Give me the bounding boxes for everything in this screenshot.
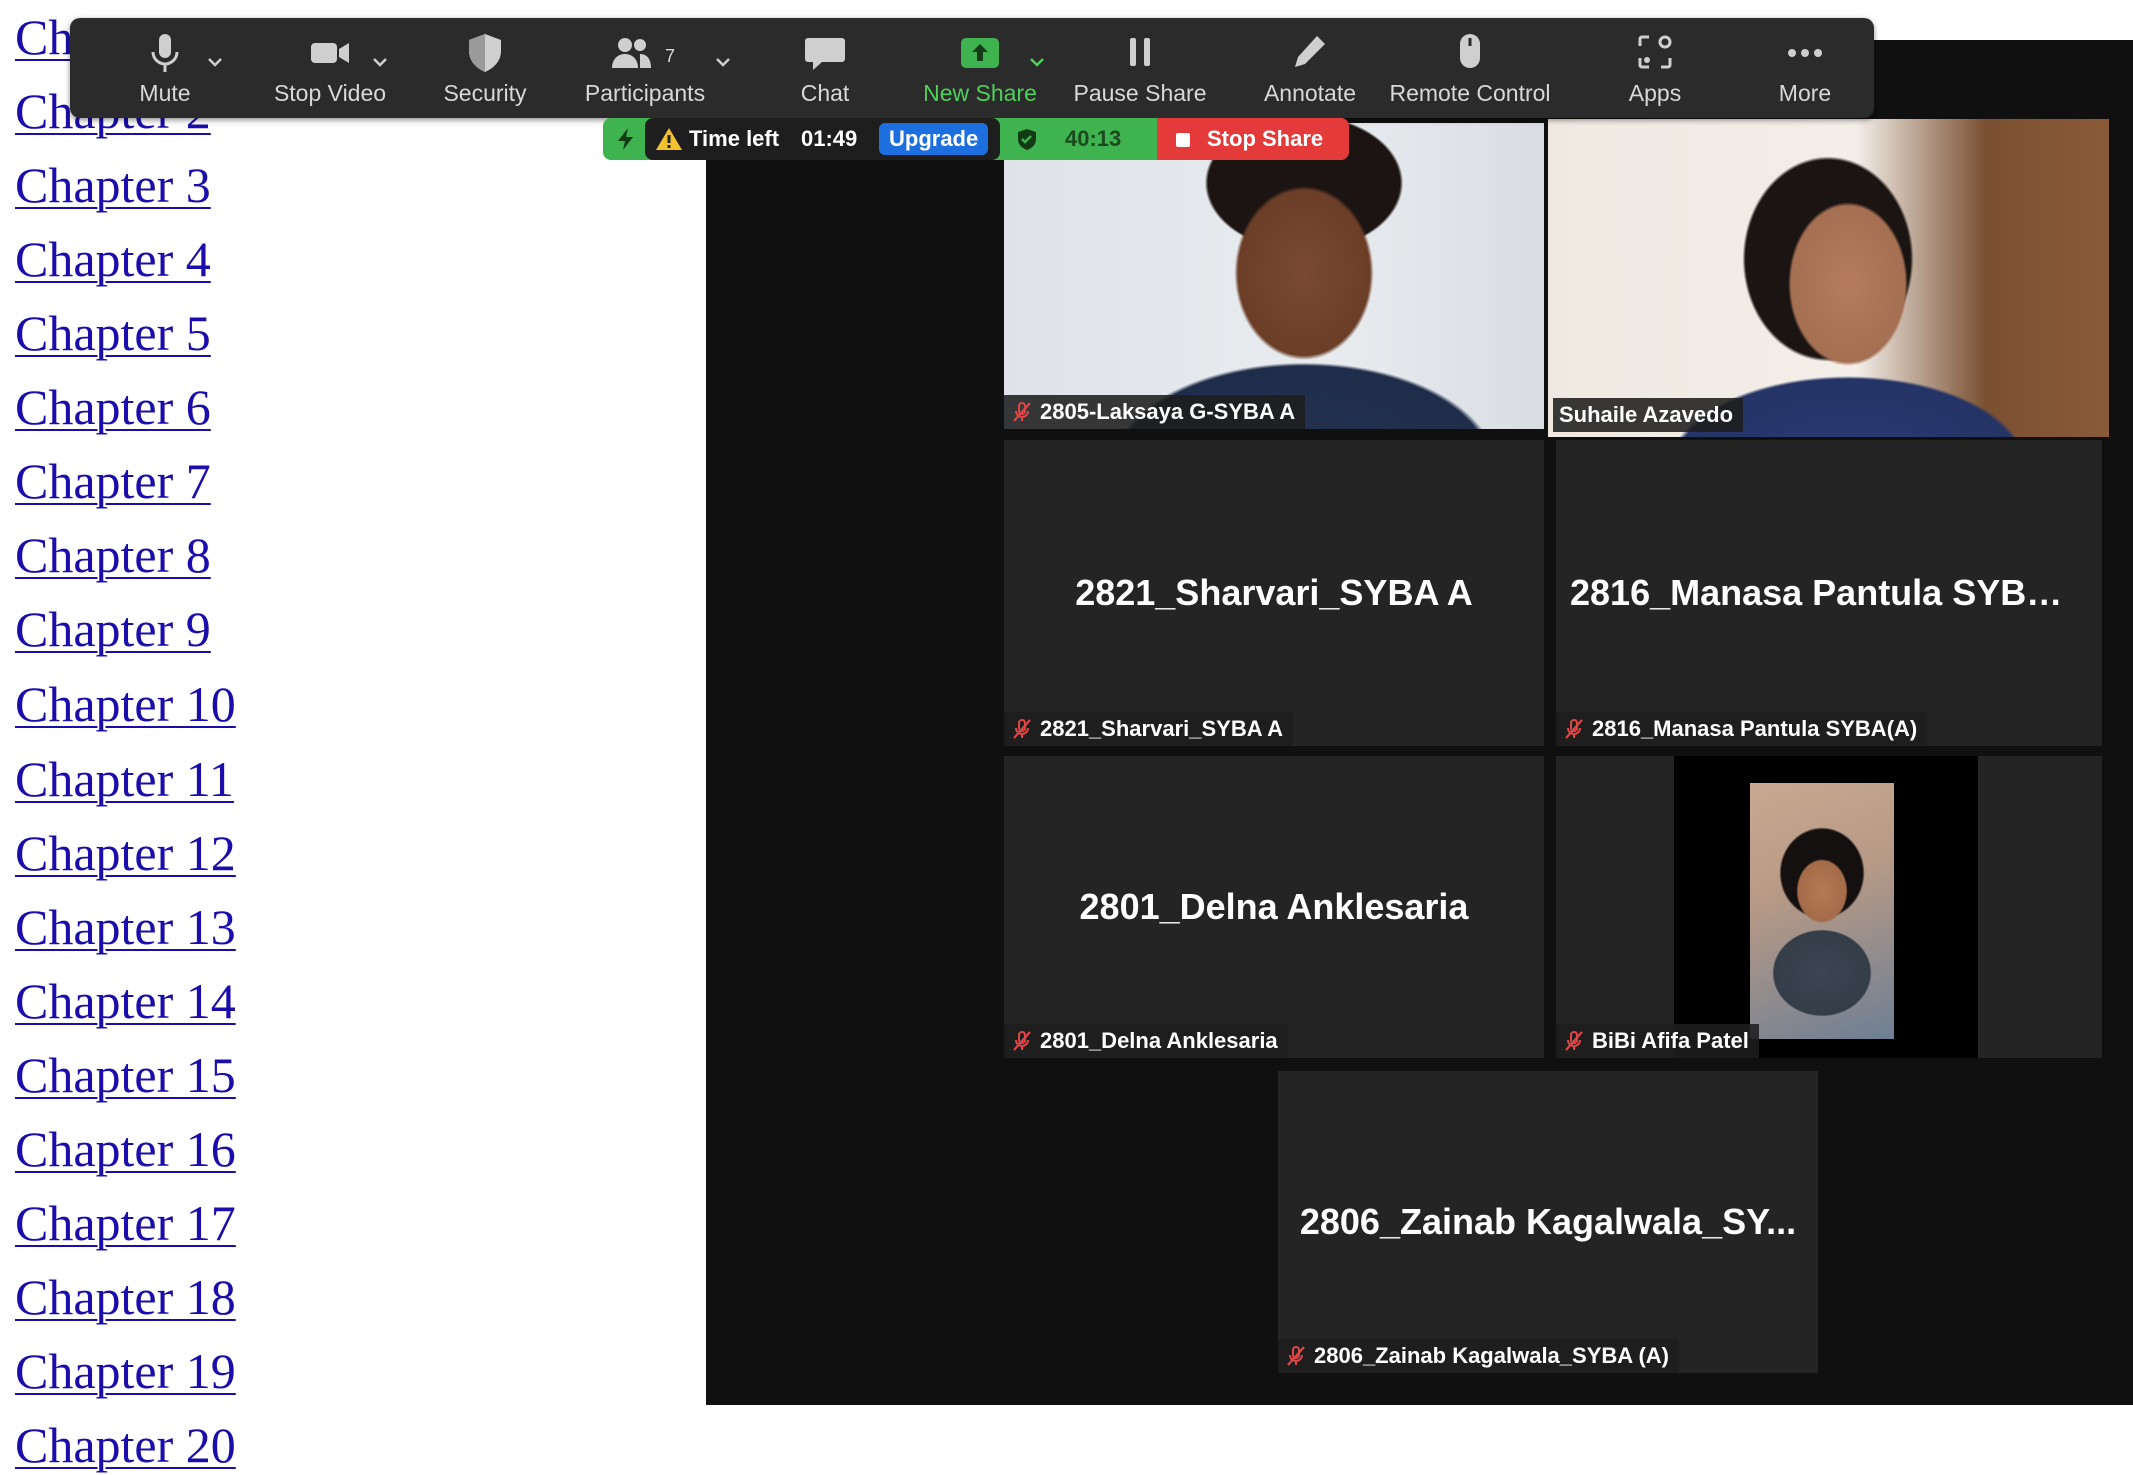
chapter-link[interactable]: Chapter 18 <box>15 1269 236 1325</box>
video-tile[interactable]: 2805-Laksaya G-SYBA A <box>1004 123 1544 429</box>
meeting-elapsed-timer: 40:13 <box>1065 126 1122 151</box>
remote-control-button[interactable]: Remote Control <box>1380 18 1560 118</box>
chapter-link[interactable]: Chapter 9 <box>15 601 211 657</box>
lightning-icon[interactable] <box>613 126 639 152</box>
participant-nametag: BiBi Afifa Patel <box>1556 1024 1759 1058</box>
apps-button[interactable]: Apps <box>1605 18 1705 118</box>
share-screen-icon <box>961 38 999 68</box>
apps-icon <box>1638 35 1672 69</box>
chapter-link[interactable]: Chapter 8 <box>15 527 211 583</box>
chevron-down-icon[interactable] <box>205 52 225 72</box>
video-tile-active-speaker[interactable]: Suhaile Azavedo <box>1548 119 2109 437</box>
participant-tile[interactable]: 2816_Manasa Pantula SYBA(... 2816_Manasa… <box>1556 440 2102 746</box>
participant-tile[interactable]: 2801_Delna Anklesaria 2801_Delna Anklesa… <box>1004 756 1544 1058</box>
mute-button[interactable]: Mute <box>110 18 220 118</box>
participant-video <box>1750 783 1894 1039</box>
participant-nametag: 2816_Manasa Pantula SYBA(A) <box>1556 712 1928 746</box>
participants-button[interactable]: 7 Participants <box>570 18 720 118</box>
chat-bubble-icon <box>805 38 845 70</box>
chapter-link[interactable]: Chapter 15 <box>15 1047 236 1103</box>
participant-display-name: 2821_Sharvari_SYBA A <box>1075 572 1473 613</box>
people-icon <box>612 38 651 68</box>
participant-name: 2806_Zainab Kagalwala_SYBA (A) <box>1314 1343 1669 1368</box>
participant-count: 7 <box>665 46 676 66</box>
participant-name: Suhaile Azavedo <box>1559 402 1734 427</box>
participant-nametag: Suhaile Azavedo <box>1553 398 1744 432</box>
mic-muted-icon <box>1565 719 1583 739</box>
chevron-down-icon[interactable] <box>370 52 390 72</box>
video-camera-icon <box>311 43 349 63</box>
participant-tile[interactable]: BiBi Afifa Patel <box>1556 756 2102 1058</box>
participant-display-name: 2816_Manasa Pantula SYBA(... <box>1570 572 2095 613</box>
participant-nametag: 2806_Zainab Kagalwala_SYBA (A) <box>1278 1339 1679 1373</box>
participant-video <box>1004 123 1544 429</box>
stop-share-label: Stop Share <box>1207 126 1324 151</box>
mouse-icon <box>1460 34 1480 68</box>
chapter-link[interactable]: Chapter 6 <box>15 379 211 435</box>
stop-square-icon <box>1176 133 1190 147</box>
participant-name: 2805-Laksaya G-SYBA A <box>1040 399 1296 424</box>
pause-icon <box>1130 38 1150 66</box>
mic-muted-icon <box>1013 719 1031 739</box>
participant-display-name: 2801_Delna Anklesaria <box>1079 886 1469 927</box>
chevron-down-icon[interactable] <box>1027 52 1047 72</box>
upgrade-button[interactable]: Upgrade <box>879 123 989 155</box>
chapter-link[interactable]: Chapter 7 <box>15 453 211 509</box>
chapter-link[interactable]: Chapter 11 <box>15 751 234 807</box>
mic-muted-icon <box>1565 1031 1583 1051</box>
chapter-link[interactable]: Chapter 12 <box>15 825 236 881</box>
chapter-link[interactable]: Chapter 16 <box>15 1121 236 1177</box>
more-dots-icon <box>1788 49 1822 57</box>
more-button[interactable]: More <box>1755 18 1855 118</box>
participant-nametag: 2801_Delna Anklesaria <box>1004 1024 1288 1058</box>
chevron-down-icon[interactable] <box>713 52 733 72</box>
warning-icon <box>656 128 682 150</box>
annotate-button[interactable]: Annotate <box>1250 18 1370 118</box>
security-button[interactable]: Security <box>425 18 545 118</box>
chapter-link[interactable]: Chapter 20 <box>15 1417 236 1473</box>
meeting-toolbar: Mute Stop Video Security 7 Participants … <box>70 18 1874 118</box>
pencil-icon <box>1295 36 1325 67</box>
participant-tile[interactable]: 2806_Zainab Kagalwala_SY... 2806_Zainab … <box>1278 1071 1818 1373</box>
shield-icon <box>469 34 501 72</box>
chapter-link[interactable]: Chapter 14 <box>15 973 236 1029</box>
chapter-link[interactable]: Chapter 5 <box>15 305 211 361</box>
participant-video <box>1548 119 2109 437</box>
time-left-label: Time left <box>689 126 780 151</box>
participant-name: 2801_Delna Anklesaria <box>1040 1028 1278 1053</box>
chapter-link[interactable]: Chapter 19 <box>15 1343 236 1399</box>
time-left-value: 01:49 <box>801 126 858 151</box>
mic-muted-icon <box>1013 402 1031 422</box>
meeting-window: 2805-Laksaya G-SYBA A Suhaile Azavedo 28… <box>706 40 2133 1405</box>
chapter-link[interactable]: Chapter 10 <box>15 676 236 732</box>
shield-check-icon <box>1018 129 1036 150</box>
chapter-link[interactable]: Chapter 4 <box>15 231 211 287</box>
video-letterbox <box>1674 756 1978 1058</box>
chat-button[interactable]: Chat <box>775 18 875 118</box>
participant-name: 2821_Sharvari_SYBA A <box>1040 716 1283 741</box>
chapter-link[interactable]: Chapter 3 <box>15 157 211 213</box>
chapter-link[interactable]: Chapter 17 <box>15 1195 236 1251</box>
mic-muted-icon <box>1013 1031 1031 1051</box>
participant-display-name: 2806_Zainab Kagalwala_SY... <box>1299 1201 1797 1242</box>
participant-tile[interactable]: 2821_Sharvari_SYBA A 2821_Sharvari_SYBA … <box>1004 440 1544 746</box>
participant-nametag: 2821_Sharvari_SYBA A <box>1004 712 1293 746</box>
microphone-icon <box>151 34 179 72</box>
participant-name: BiBi Afifa Patel <box>1592 1028 1749 1053</box>
mic-muted-icon <box>1287 1346 1305 1366</box>
chapter-link[interactable]: Chapter 13 <box>15 899 236 955</box>
pause-share-button[interactable]: Pause Share <box>1070 18 1210 118</box>
participant-name: 2816_Manasa Pantula SYBA(A) <box>1592 716 1918 741</box>
participant-nametag: 2805-Laksaya G-SYBA A <box>1004 395 1306 429</box>
